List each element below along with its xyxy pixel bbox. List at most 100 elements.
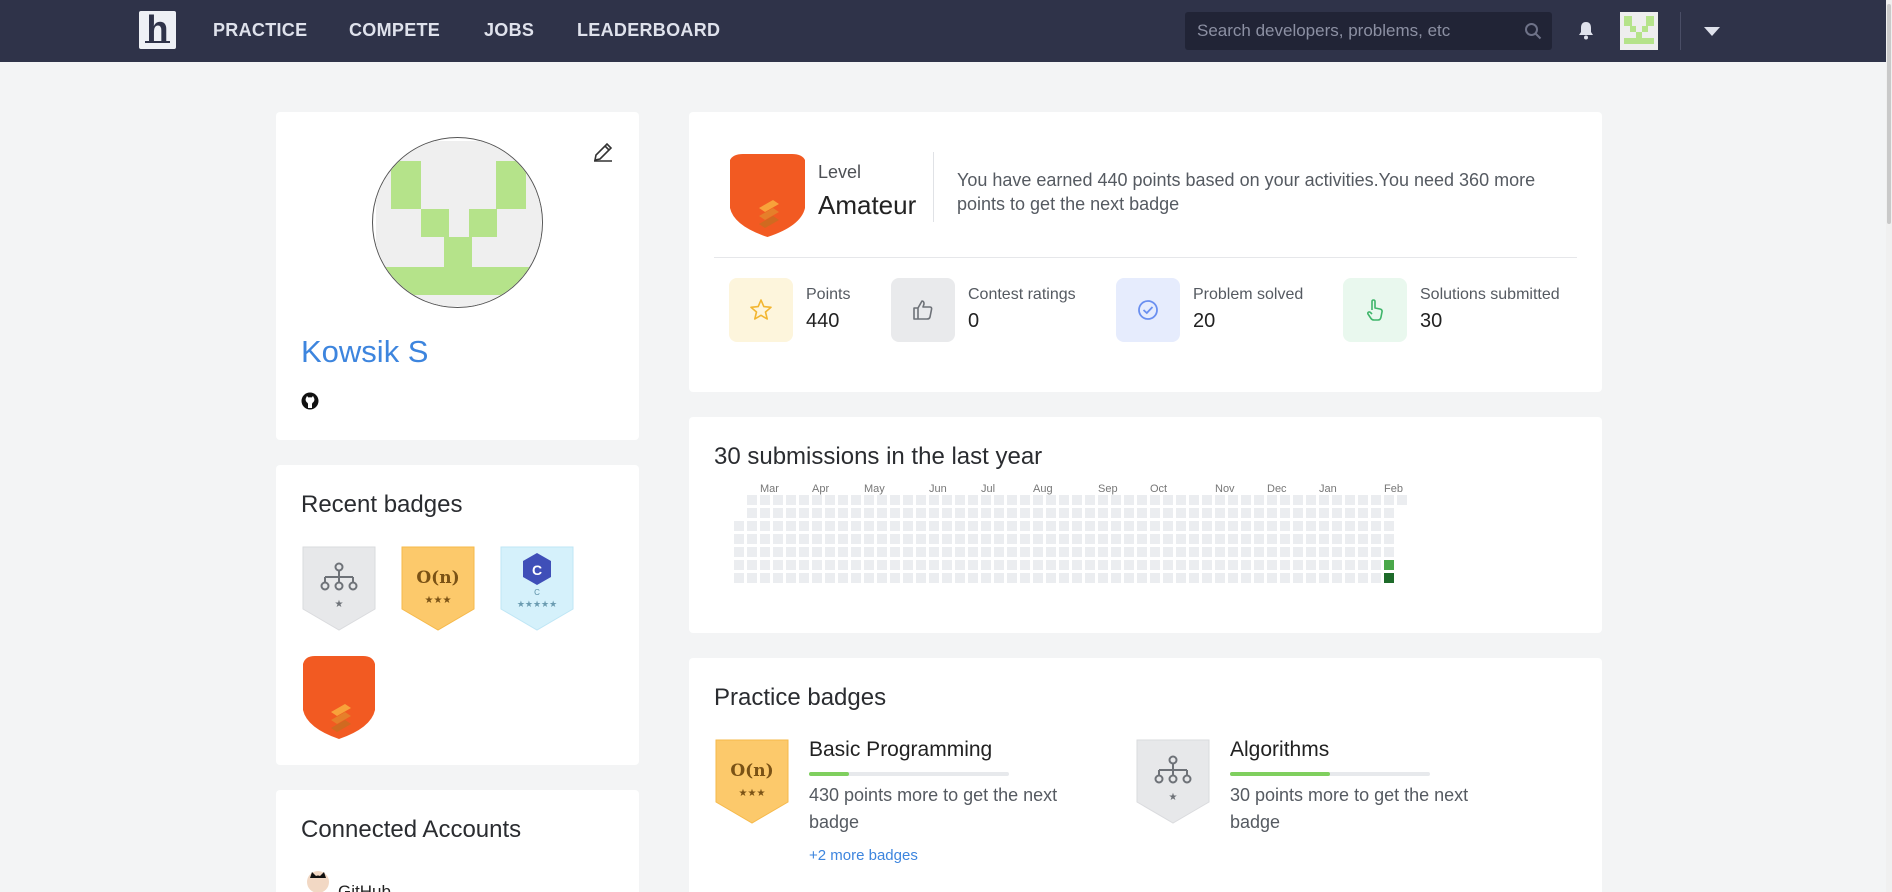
heatmap-day-cell[interactable]	[1007, 547, 1017, 557]
heatmap-day-cell[interactable]	[916, 573, 926, 583]
heatmap-day-cell[interactable]	[1007, 508, 1017, 518]
heatmap-day-cell[interactable]	[864, 560, 874, 570]
heatmap-day-cell[interactable]	[968, 547, 978, 557]
page-scrollbar[interactable]	[1886, 0, 1892, 892]
heatmap-day-cell[interactable]	[1007, 560, 1017, 570]
amateur-level-shield-icon[interactable]	[301, 654, 377, 740]
heatmap-day-cell[interactable]	[1241, 560, 1251, 570]
heatmap-day-cell[interactable]	[1215, 573, 1225, 583]
heatmap-day-cell[interactable]	[825, 495, 835, 505]
heatmap-day-cell[interactable]	[1111, 547, 1121, 557]
heatmap-day-cell[interactable]	[1241, 547, 1251, 557]
heatmap-day-cell[interactable]	[1371, 560, 1381, 570]
heatmap-day-cell[interactable]	[1215, 534, 1225, 544]
heatmap-day-cell[interactable]	[1189, 495, 1199, 505]
heatmap-day-cell[interactable]	[903, 560, 913, 570]
heatmap-day-cell[interactable]	[1358, 573, 1368, 583]
heatmap-day-cell[interactable]	[1046, 573, 1056, 583]
heatmap-day-cell[interactable]	[1384, 495, 1394, 505]
heatmap-day-cell[interactable]	[1280, 560, 1290, 570]
heatmap-day-cell[interactable]	[760, 560, 770, 570]
heatmap-day-cell[interactable]	[1202, 547, 1212, 557]
heatmap-day-cell[interactable]	[1228, 495, 1238, 505]
heatmap-day-cell[interactable]	[1150, 573, 1160, 583]
heatmap-day-cell[interactable]	[1345, 508, 1355, 518]
heatmap-day-cell[interactable]	[968, 534, 978, 544]
heatmap-day-cell[interactable]	[786, 521, 796, 531]
heatmap-day-cell[interactable]	[1007, 573, 1017, 583]
heatmap-day-cell[interactable]	[916, 495, 926, 505]
heatmap-day-cell[interactable]	[890, 521, 900, 531]
heatmap-day-cell[interactable]	[877, 547, 887, 557]
heatmap-day-cell[interactable]	[747, 560, 757, 570]
heatmap-day-cell[interactable]	[1215, 560, 1225, 570]
heatmap-day-cell[interactable]	[747, 521, 757, 531]
heatmap-day-cell[interactable]	[838, 495, 848, 505]
heatmap-day-cell[interactable]	[812, 508, 822, 518]
heatmap-day-cell[interactable]	[1267, 560, 1277, 570]
heatmap-day-cell[interactable]	[1384, 573, 1394, 583]
heatmap-day-cell[interactable]	[1345, 534, 1355, 544]
heatmap-day-cell[interactable]	[799, 534, 809, 544]
heatmap-day-cell[interactable]	[1189, 521, 1199, 531]
heatmap-day-cell[interactable]	[1020, 560, 1030, 570]
heatmap-day-cell[interactable]	[981, 573, 991, 583]
heatmap-day-cell[interactable]	[994, 560, 1004, 570]
more-badges-link[interactable]: +2 more badges	[809, 847, 918, 864]
heatmap-day-cell[interactable]	[968, 495, 978, 505]
heatmap-day-cell[interactable]	[903, 521, 913, 531]
heatmap-day-cell[interactable]	[1241, 508, 1251, 518]
heatmap-day-cell[interactable]	[734, 547, 744, 557]
heatmap-day-cell[interactable]	[838, 534, 848, 544]
heatmap-day-cell[interactable]	[968, 573, 978, 583]
heatmap-day-cell[interactable]	[1124, 508, 1134, 518]
heatmap-day-cell[interactable]	[786, 573, 796, 583]
heatmap-day-cell[interactable]	[1085, 573, 1095, 583]
heatmap-day-cell[interactable]	[1202, 521, 1212, 531]
heatmap-day-cell[interactable]	[877, 521, 887, 531]
heatmap-day-cell[interactable]	[1098, 508, 1108, 518]
heatmap-day-cell[interactable]	[1124, 495, 1134, 505]
heatmap-day-cell[interactable]	[1007, 534, 1017, 544]
heatmap-day-cell[interactable]	[1189, 508, 1199, 518]
heatmap-day-cell[interactable]	[1267, 495, 1277, 505]
heatmap-day-cell[interactable]	[916, 547, 926, 557]
heatmap-day-cell[interactable]	[825, 534, 835, 544]
heatmap-day-cell[interactable]	[1306, 573, 1316, 583]
heatmap-day-cell[interactable]	[1098, 573, 1108, 583]
heatmap-day-cell[interactable]	[1046, 534, 1056, 544]
heatmap-day-cell[interactable]	[1293, 495, 1303, 505]
heatmap-day-cell[interactable]	[1228, 547, 1238, 557]
hackerearth-logo[interactable]: h	[139, 8, 176, 49]
heatmap-day-cell[interactable]	[1176, 573, 1186, 583]
heatmap-day-cell[interactable]	[1020, 521, 1030, 531]
heatmap-day-cell[interactable]	[760, 521, 770, 531]
heatmap-day-cell[interactable]	[1228, 521, 1238, 531]
heatmap-day-cell[interactable]	[1163, 495, 1173, 505]
heatmap-day-cell[interactable]	[864, 495, 874, 505]
heatmap-day-cell[interactable]	[1332, 534, 1342, 544]
heatmap-day-cell[interactable]	[1345, 521, 1355, 531]
heatmap-day-cell[interactable]	[1059, 508, 1069, 518]
heatmap-day-cell[interactable]	[1085, 521, 1095, 531]
heatmap-day-cell[interactable]	[1280, 495, 1290, 505]
heatmap-day-cell[interactable]	[929, 534, 939, 544]
heatmap-day-cell[interactable]	[1137, 508, 1147, 518]
heatmap-day-cell[interactable]	[1319, 521, 1329, 531]
heatmap-day-cell[interactable]	[955, 521, 965, 531]
heatmap-day-cell[interactable]	[1384, 521, 1394, 531]
nav-jobs[interactable]: JOBS	[484, 20, 534, 41]
heatmap-day-cell[interactable]	[1098, 495, 1108, 505]
heatmap-day-cell[interactable]	[864, 534, 874, 544]
heatmap-day-cell[interactable]	[1020, 547, 1030, 557]
heatmap-day-cell[interactable]	[1202, 534, 1212, 544]
heatmap-day-cell[interactable]	[1384, 560, 1394, 570]
heatmap-day-cell[interactable]	[1189, 560, 1199, 570]
heatmap-day-cell[interactable]	[799, 547, 809, 557]
heatmap-day-cell[interactable]	[1150, 547, 1160, 557]
heatmap-day-cell[interactable]	[1163, 534, 1173, 544]
heatmap-day-cell[interactable]	[1215, 495, 1225, 505]
heatmap-day-cell[interactable]	[1046, 495, 1056, 505]
heatmap-day-cell[interactable]	[1137, 547, 1147, 557]
heatmap-day-cell[interactable]	[786, 495, 796, 505]
